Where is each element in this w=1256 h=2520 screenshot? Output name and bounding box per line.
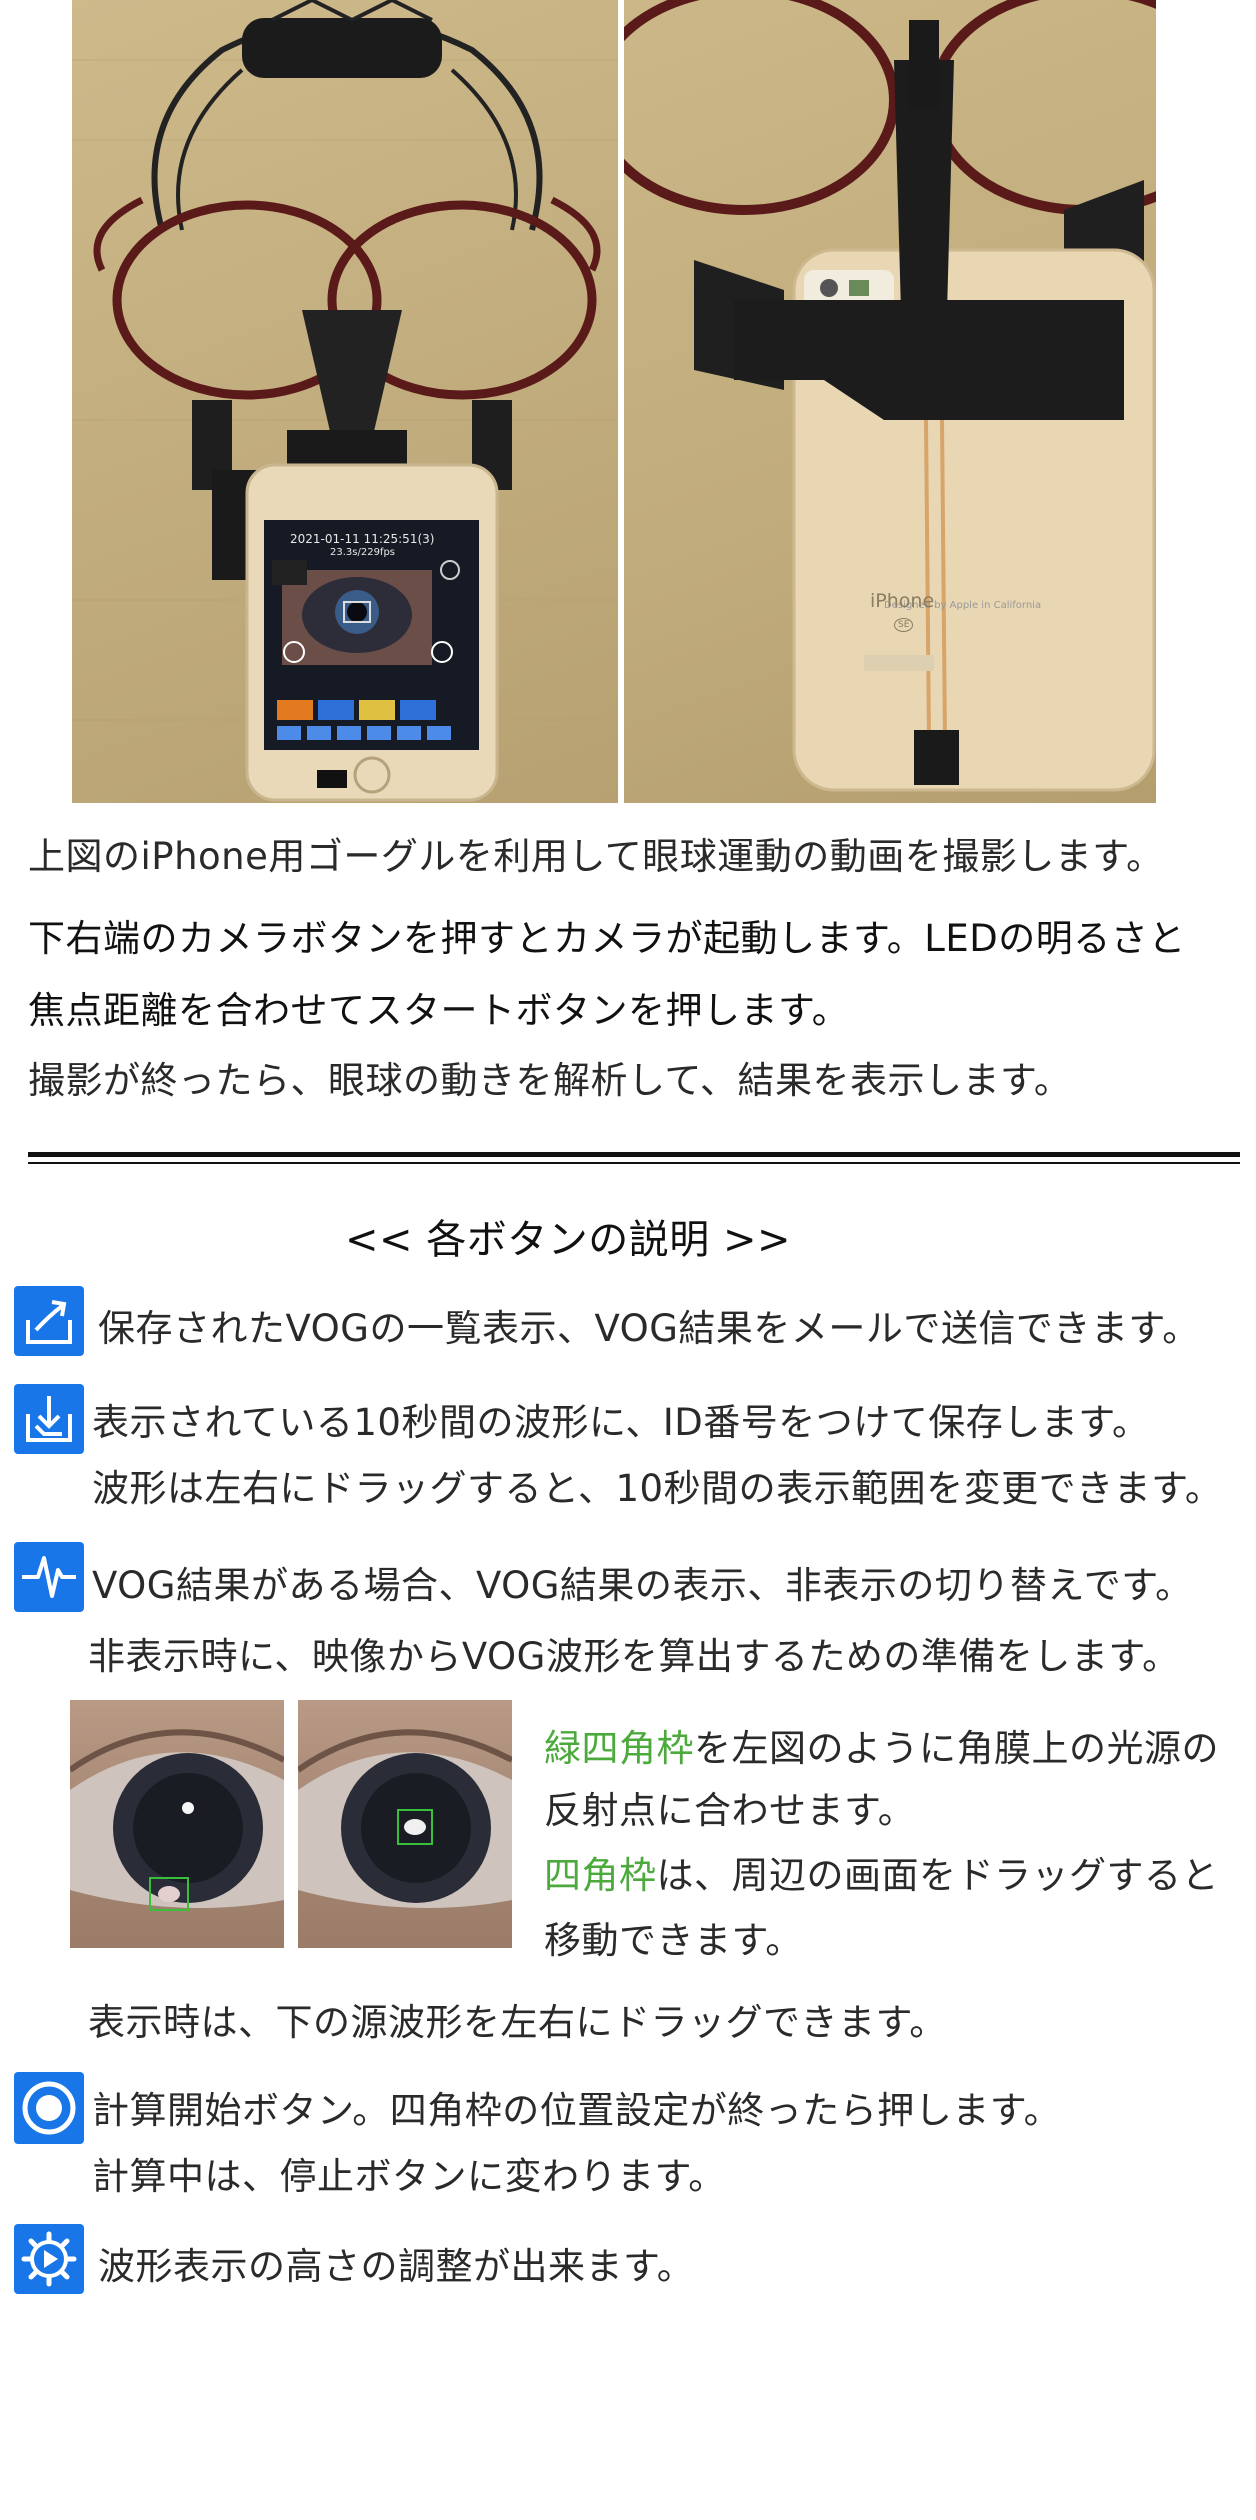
- calc-description-2: 計算中は、停止ボタンに変わります。: [92, 2155, 726, 2198]
- phone-timestamp: 2021-01-11 11:25:51(3): [290, 532, 435, 546]
- eye-photo-right: [298, 1700, 512, 1948]
- intro-line-2: 下右端のカメラボタンを押すとカメラが起動します。LEDの明るさと: [28, 917, 1186, 960]
- goggles-back-photo: Designed by Apple in California iPhone S…: [624, 0, 1156, 803]
- eye-note-line-2: 反射点に合わせます。: [544, 1789, 916, 1832]
- share-export-icon[interactable]: [14, 1286, 84, 1356]
- phone-fps: 23.3s/229fps: [330, 547, 396, 558]
- intro-line-1: 上図のiPhone用ゴーグルを利用して眼球運動の動画を撮影します。: [28, 835, 1164, 878]
- divider-thick: [28, 1152, 1240, 1157]
- eye-note-rest-3: は、周辺の画面をドラッグすると: [656, 1854, 1219, 1897]
- box-label: 四角枠: [544, 1854, 657, 1897]
- save-description-1: 表示されている10秒間の波形に、ID番号をつけて保存します。: [92, 1401, 1150, 1444]
- save-description-2: 波形は左右にドラッグすると、10秒間の表示範囲を変更できます。: [92, 1467, 1223, 1510]
- intro-line-4: 撮影が終ったら、眼球の動きを解析して、結果を表示します。: [28, 1059, 1072, 1102]
- eye-note-line-3: 四角枠は、周辺の画面をドラッグすると: [544, 1845, 1219, 1899]
- eye-note-line-1: 緑四角枠を左図のように角膜上の光源の: [544, 1718, 1219, 1772]
- waveform-description-2: 非表示時に、映像からVOG波形を算出するための準備をします。: [88, 1635, 1180, 1678]
- goggles-front-drawing: [72, 0, 618, 802]
- export-description: 保存されたVOGの一覧表示、VOG結果をメールで送信できます。: [98, 1307, 1200, 1350]
- eye-note-line-4: 移動できます。: [544, 1919, 803, 1962]
- section-title: << 各ボタンの説明 >>: [345, 1217, 791, 1263]
- waveform-description-1: VOG結果がある場合、VOG結果の表示、非表示の切り替えです。: [92, 1564, 1193, 1607]
- waveform-icon[interactable]: [14, 1542, 84, 1612]
- settings-description: 波形表示の高さの調整が出来ます。: [98, 2245, 695, 2288]
- display-note: 表示時は、下の源波形を左右にドラッグできます。: [88, 2001, 947, 2044]
- intro-line-3: 焦点距離を合わせてスタートボタンを押します。: [28, 989, 850, 1032]
- record-circle-icon[interactable]: [14, 2072, 84, 2144]
- goggles-back-drawing: Designed by Apple in California: [624, 0, 1156, 792]
- phone-brand-text: iPhone: [870, 590, 935, 612]
- divider-thin: [28, 1162, 1240, 1164]
- green-box-label: 緑四角枠: [544, 1727, 694, 1770]
- save-download-icon[interactable]: [14, 1384, 84, 1454]
- goggles-front-photo: 2021-01-11 11:25:51(3) 23.3s/229fps: [72, 0, 618, 803]
- eye-note-rest-1: を左図のように角膜上の光源の: [694, 1727, 1219, 1770]
- calc-description-1: 計算開始ボタン。四角枠の位置設定が終ったら押します。: [92, 2089, 1062, 2132]
- gear-play-icon[interactable]: [14, 2224, 84, 2294]
- eye-photo-left: [70, 1700, 284, 1948]
